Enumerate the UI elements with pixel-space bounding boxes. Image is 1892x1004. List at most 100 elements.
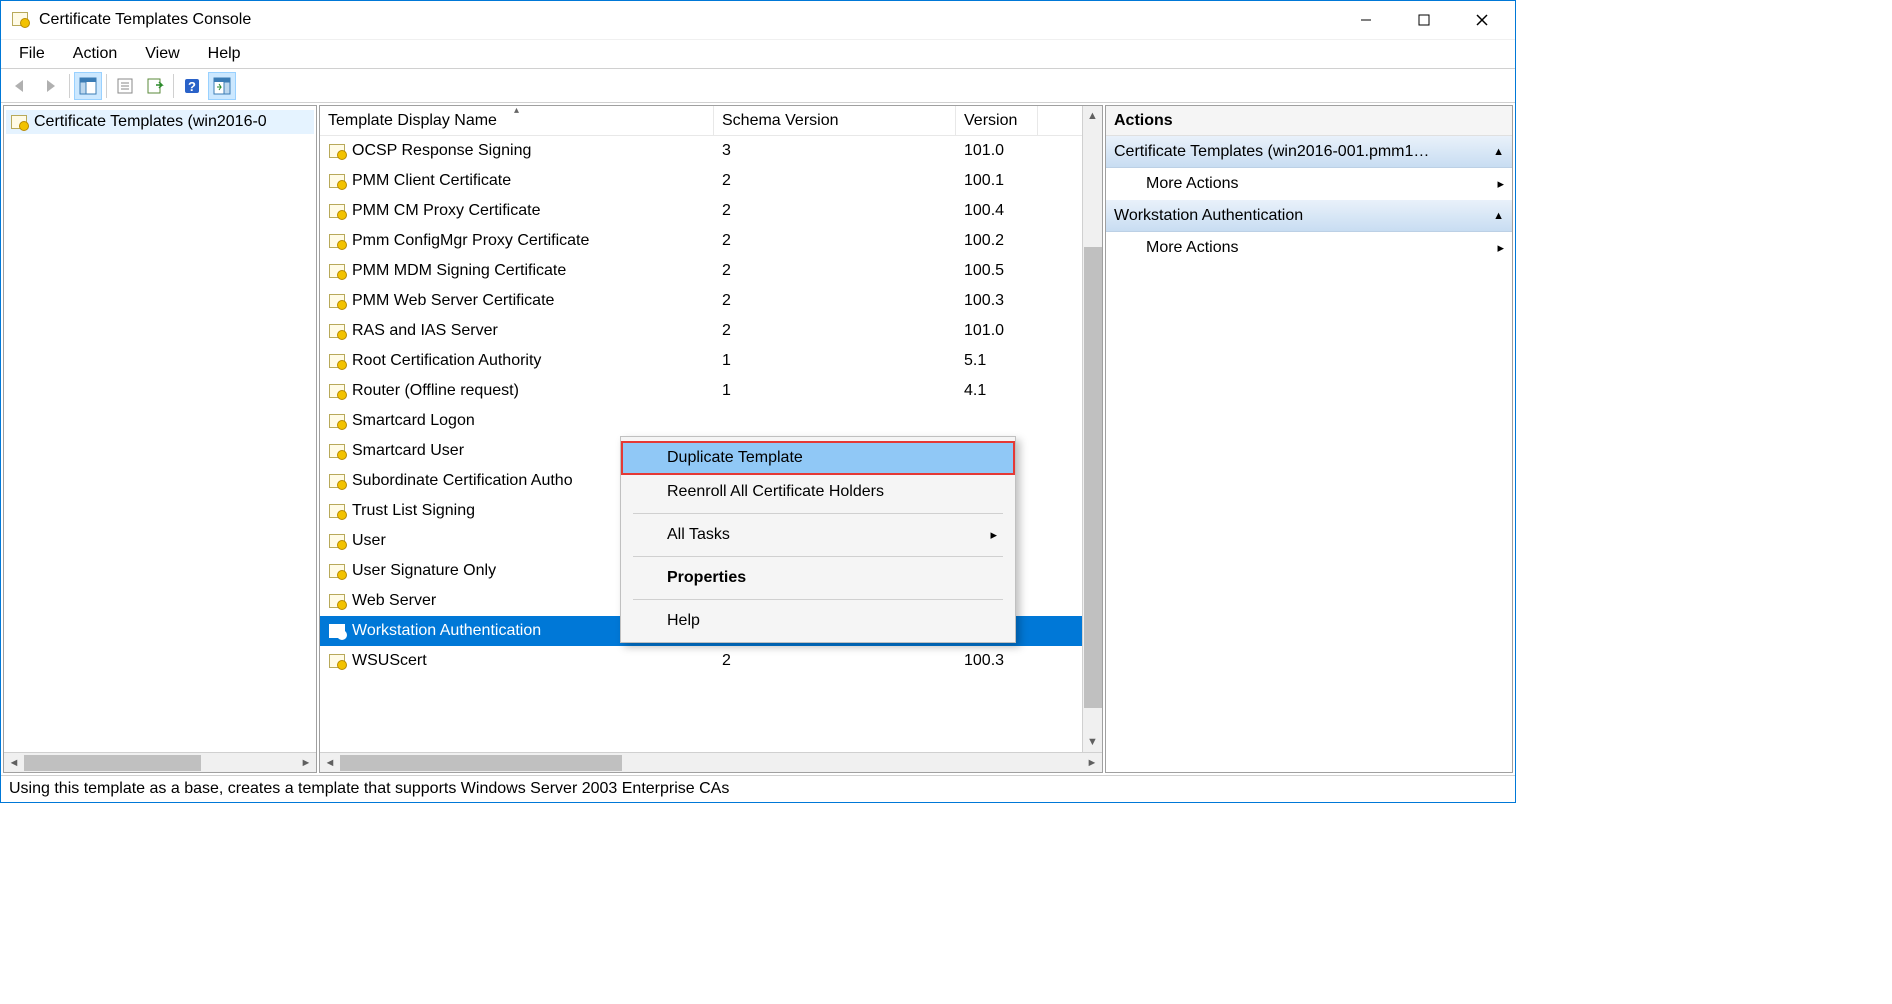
certificate-template-icon	[328, 562, 346, 580]
table-row[interactable]: Smartcard Logon	[320, 406, 1102, 436]
column-header-schema[interactable]: Schema Version	[714, 106, 956, 135]
collapse-icon: ▲	[1493, 210, 1504, 222]
table-row[interactable]: RAS and IAS Server2101.0	[320, 316, 1102, 346]
properties-button[interactable]	[111, 72, 139, 100]
context-menu-properties[interactable]: Properties	[621, 561, 1015, 595]
context-menu-divider	[633, 599, 1003, 600]
toolbar-separator	[69, 74, 70, 98]
table-row[interactable]: Pmm ConfigMgr Proxy Certificate2100.2	[320, 226, 1102, 256]
cell-name: Root Certification Authority	[320, 352, 714, 370]
table-row[interactable]: PMM MDM Signing Certificate2100.5	[320, 256, 1102, 286]
cell-version: 101.0	[956, 322, 1038, 340]
certificate-template-icon	[328, 292, 346, 310]
certificate-template-icon	[328, 592, 346, 610]
cell-name-label: User	[352, 532, 386, 550]
actions-pane-body: Certificate Templates (win2016-001.pmm1……	[1106, 136, 1512, 772]
tree-root-label: Certificate Templates (win2016-0	[34, 113, 267, 131]
cell-name: OCSP Response Signing	[320, 142, 714, 160]
list-hscrollbar[interactable]: ◄ ►	[320, 752, 1102, 772]
cell-version: 5.1	[956, 352, 1038, 370]
back-button[interactable]	[7, 72, 35, 100]
export-button[interactable]	[141, 72, 169, 100]
context-menu-item-label: Reenroll All Certificate Holders	[667, 483, 884, 501]
tree-root-item[interactable]: Certificate Templates (win2016-0	[6, 110, 314, 134]
scroll-up-icon[interactable]: ▲	[1083, 106, 1102, 126]
certificate-template-icon	[328, 322, 346, 340]
column-header-name-label: Template Display Name	[328, 112, 497, 130]
scroll-left-icon[interactable]: ◄	[320, 754, 340, 772]
maximize-button[interactable]	[1395, 5, 1453, 35]
submenu-arrow-icon: ▸	[990, 527, 997, 543]
cell-name-label: Pmm ConfigMgr Proxy Certificate	[352, 232, 589, 250]
cell-schema: 2	[714, 292, 956, 310]
main-area: Certificate Templates (win2016-0 ◄ ► Tem…	[1, 103, 1515, 776]
submenu-arrow-icon: ▸	[1497, 240, 1504, 256]
scroll-down-icon[interactable]: ▼	[1083, 732, 1102, 752]
scroll-left-icon[interactable]: ◄	[4, 754, 24, 772]
tree-pane: Certificate Templates (win2016-0 ◄ ►	[3, 105, 317, 773]
menu-action[interactable]: Action	[59, 41, 131, 67]
table-row[interactable]: OCSP Response Signing3101.0	[320, 136, 1102, 166]
tree-hscrollbar[interactable]: ◄ ►	[4, 752, 316, 772]
cell-name-label: PMM Client Certificate	[352, 172, 511, 190]
menu-file[interactable]: File	[5, 41, 59, 67]
toolbar-separator	[173, 74, 174, 98]
cell-name-label: Subordinate Certification Autho	[352, 472, 573, 490]
actions-group-label: Workstation Authentication	[1114, 207, 1303, 225]
actions-more-actions-templates[interactable]: More Actions ▸	[1106, 168, 1512, 200]
column-header-version[interactable]: Version	[956, 106, 1038, 135]
certificate-template-icon	[328, 382, 346, 400]
cell-version: 101.0	[956, 142, 1038, 160]
menu-view[interactable]: View	[131, 41, 193, 67]
table-row[interactable]: PMM CM Proxy Certificate2100.4	[320, 196, 1102, 226]
statusbar-text: Using this template as a base, creates a…	[9, 780, 729, 798]
actions-item-label: More Actions	[1146, 239, 1238, 257]
actions-pane: Actions Certificate Templates (win2016-0…	[1105, 105, 1513, 773]
context-menu-help[interactable]: Help	[621, 604, 1015, 638]
show-tree-button[interactable]	[74, 72, 102, 100]
certificate-template-icon	[328, 502, 346, 520]
help-button[interactable]: ?	[178, 72, 206, 100]
close-button[interactable]	[1453, 5, 1511, 35]
menu-help[interactable]: Help	[194, 41, 255, 67]
minimize-button[interactable]	[1337, 5, 1395, 35]
actions-more-actions-selection[interactable]: More Actions ▸	[1106, 232, 1512, 264]
table-row[interactable]: PMM Client Certificate 2100.1	[320, 166, 1102, 196]
list-header: Template Display Name ▴ Schema Version V…	[320, 106, 1102, 136]
cell-version: 100.1	[956, 172, 1038, 190]
table-row[interactable]: Root Certification Authority15.1	[320, 346, 1102, 376]
table-row[interactable]: Router (Offline request)14.1	[320, 376, 1102, 406]
menubar: File Action View Help	[1, 39, 1515, 69]
cell-version: 100.3	[956, 652, 1038, 670]
forward-button[interactable]	[37, 72, 65, 100]
list-vscrollbar[interactable]: ▲ ▼	[1082, 106, 1102, 752]
toolbar-separator	[106, 74, 107, 98]
table-row[interactable]: WSUScert2100.3	[320, 646, 1102, 676]
certificate-template-icon	[328, 142, 346, 160]
context-menu-all-tasks[interactable]: All Tasks ▸	[621, 518, 1015, 552]
actions-group-selection[interactable]: Workstation Authentication ▲	[1106, 200, 1512, 232]
cell-name-label: Smartcard Logon	[352, 412, 475, 430]
scroll-right-icon[interactable]: ►	[296, 754, 316, 772]
actions-pane-button[interactable]	[208, 72, 236, 100]
certificate-template-icon	[328, 202, 346, 220]
svg-text:?: ?	[188, 79, 196, 94]
table-row[interactable]: PMM Web Server Certificate2100.3	[320, 286, 1102, 316]
tree-content: Certificate Templates (win2016-0	[4, 106, 316, 752]
scroll-right-icon[interactable]: ►	[1082, 754, 1102, 772]
actions-pane-header: Actions	[1106, 106, 1512, 136]
cell-schema: 2	[714, 262, 956, 280]
actions-group-templates[interactable]: Certificate Templates (win2016-001.pmm1……	[1106, 136, 1512, 168]
certificate-template-icon	[328, 532, 346, 550]
certificate-template-icon	[328, 622, 346, 640]
column-header-name[interactable]: Template Display Name ▴	[320, 106, 714, 135]
certificate-template-icon	[328, 472, 346, 490]
cell-name-label: OCSP Response Signing	[352, 142, 531, 160]
context-menu-reenroll[interactable]: Reenroll All Certificate Holders	[621, 475, 1015, 509]
context-menu-duplicate-template[interactable]: Duplicate Template	[621, 441, 1015, 475]
cell-version: 100.2	[956, 232, 1038, 250]
actions-item-label: More Actions	[1146, 175, 1238, 193]
cell-schema: 2	[714, 172, 956, 190]
cell-name: PMM CM Proxy Certificate	[320, 202, 714, 220]
certificate-template-icon	[328, 352, 346, 370]
